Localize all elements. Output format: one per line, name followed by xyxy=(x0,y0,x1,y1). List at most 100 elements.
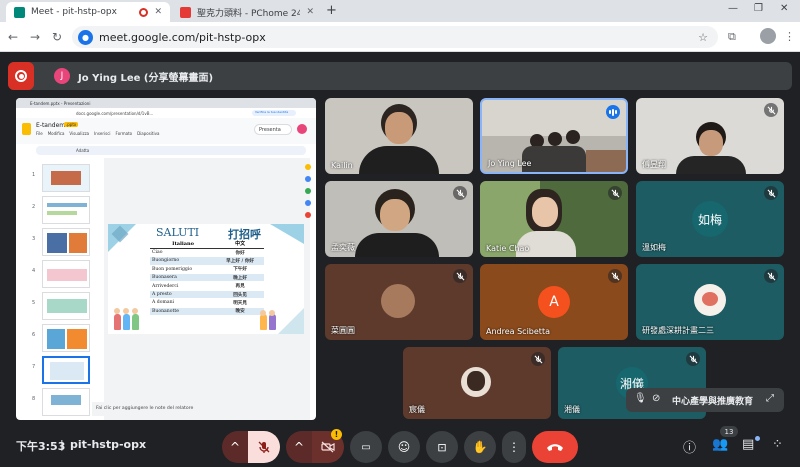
tab-title: Meet - pit-hstp-opx xyxy=(31,7,117,17)
participant-tile[interactable]: 傅昱翔 xyxy=(636,98,784,174)
emoji-icon: ☺ xyxy=(397,440,411,454)
audio-options-button[interactable]: ^ xyxy=(222,431,248,463)
tab-title: 聖克力頭料 - PChome 24h購物 xyxy=(197,8,301,19)
present-icon xyxy=(15,70,27,82)
close-tab-icon[interactable]: ✕ xyxy=(306,7,314,17)
participant-tile[interactable]: Katie Chao xyxy=(480,181,628,257)
expand-icon[interactable]: ⤢ xyxy=(766,393,774,404)
address-bar[interactable]: ● meet.google.com/pit-hstp-opx ☆ xyxy=(72,26,718,48)
muted-mic-icon xyxy=(764,269,778,283)
participant-tile[interactable]: 菜圓圓 xyxy=(325,264,473,340)
thumb-number: 5 xyxy=(32,300,36,306)
slides-logo-icon xyxy=(22,123,31,135)
tab-meet[interactable]: Meet - pit-hstp-opx ✕ xyxy=(6,2,170,22)
meeting-controls-bar: 下午3:53 | pit-hstp-opx ^ ^ ! ▭ ☺ ⊡ ✋ ⋮ ⓘ … xyxy=(0,426,800,467)
shared-tab-title: E-tandem.pptx - Presentazioni xyxy=(30,100,91,106)
greetings-table: Italiano 中文 Ciao 你好 Buongiorno 早上好 / 你好 Bu… xyxy=(150,240,264,317)
bookmark-star-icon[interactable]: ☆ xyxy=(698,31,708,44)
participant-tile[interactable]: 宸儀 xyxy=(403,347,551,419)
slide-decoration xyxy=(270,224,304,244)
leave-call-button[interactable] xyxy=(532,431,578,463)
reload-icon[interactable]: ↻ xyxy=(52,30,62,44)
muted-mic-icon xyxy=(686,352,700,366)
presenter-avatar: J xyxy=(54,68,70,84)
self-view-bar[interactable]: 🎙 ⊘ 中心產學與推廣教育 ⤢ xyxy=(626,388,784,412)
shared-address-bar: docs.google.com/presentation/d/1vB... Ve… xyxy=(16,108,316,118)
thumb-number: 3 xyxy=(32,236,36,242)
reactions-button[interactable]: ☺ xyxy=(388,431,420,463)
more-options-button[interactable]: ⋮ xyxy=(502,431,526,463)
participant-tile[interactable]: 研發處深耕計畫二三 xyxy=(636,264,784,340)
participant-avatar: A xyxy=(538,286,570,318)
classroom-wall xyxy=(482,100,626,136)
chat-unread-dot xyxy=(755,436,760,441)
thumb-number: 7 xyxy=(32,364,36,370)
participant-tile[interactable]: 如梅 溫如梅 xyxy=(636,181,784,257)
participant-name: Jo Ying Lee xyxy=(488,159,532,168)
menu-kebab-icon[interactable]: ⋮ xyxy=(784,30,795,43)
participant-name: Andrea Scibetta xyxy=(486,327,550,336)
table-row: Arrivederci 再見 xyxy=(150,281,264,291)
participant-tile[interactable]: A Andrea Scibetta xyxy=(480,264,628,340)
mic-site-icon: ● xyxy=(78,29,93,45)
activities-icon[interactable]: ⁘ xyxy=(772,437,783,452)
chat-icon[interactable]: ▤ xyxy=(742,437,754,452)
slide-decoration xyxy=(278,308,304,334)
raise-hand-button[interactable]: ✋ xyxy=(464,431,496,463)
thumb-number: 4 xyxy=(32,268,36,274)
participant-tile[interactable]: 孟奕薇 xyxy=(325,181,473,257)
hand-icon: ✋ xyxy=(472,440,488,454)
url-text: meet.google.com/pit-hstp-opx xyxy=(99,30,266,44)
person-body xyxy=(359,146,439,174)
shared-present-button: Presenta xyxy=(254,124,292,135)
slide-thumbnail xyxy=(42,164,90,192)
people-icon[interactable]: 👥 xyxy=(712,437,728,452)
close-window-icon[interactable]: ✕ xyxy=(780,3,788,14)
zoom-fit-label: Adatta xyxy=(76,148,90,153)
participant-name: Katie Chao xyxy=(486,244,530,253)
present-now-button[interactable]: ⊡ xyxy=(426,431,458,463)
desk xyxy=(586,150,626,172)
participant-tile-speaking[interactable]: Jo Ying Lee xyxy=(480,98,628,174)
tab-pchome[interactable]: 聖克力頭料 - PChome 24h購物 ✕ xyxy=(172,2,322,22)
slide-thumbnail xyxy=(42,196,90,224)
person-body xyxy=(676,156,746,174)
participant-tile[interactable]: Kailin xyxy=(325,98,473,174)
microphone-toggle-button[interactable] xyxy=(248,431,280,463)
muted-mic-icon xyxy=(764,186,778,200)
meeting-details-icon[interactable]: ⓘ xyxy=(683,437,696,456)
person-face xyxy=(385,112,413,144)
captions-button[interactable]: ▭ xyxy=(350,431,382,463)
new-tab-icon[interactable]: + xyxy=(326,3,337,18)
table-row: Buonasera 晚上好 xyxy=(150,273,264,283)
minimize-icon[interactable]: — xyxy=(728,3,738,14)
col-chinese: 中文 xyxy=(216,240,264,249)
warning-icon: ! xyxy=(331,429,342,440)
table-row: A presto 回头见 xyxy=(150,290,264,300)
extensions-icon[interactable]: ⧉ xyxy=(728,30,736,44)
browser-toolbar: ← → ↻ ● meet.google.com/pit-hstp-opx ☆ ⧉… xyxy=(0,22,800,52)
table-row: Ciao 你好 xyxy=(150,248,264,258)
slide-thumbnail xyxy=(42,260,90,288)
participant-name: Kailin xyxy=(331,161,353,170)
self-view-label: 中心產學與推廣教育 xyxy=(672,397,754,407)
col-italian: Italiano xyxy=(150,240,217,249)
present-screen-icon: ⊡ xyxy=(437,440,447,454)
muted-mic-icon: 🎙 xyxy=(634,393,647,404)
maximize-icon[interactable]: ❐ xyxy=(754,3,763,14)
close-tab-icon[interactable]: ✕ xyxy=(154,7,162,17)
table-row: Buongiorno 早上好 / 你好 xyxy=(150,256,264,266)
muted-mic-icon xyxy=(608,269,622,283)
recording-icon xyxy=(139,7,149,17)
muted-mic-icon xyxy=(453,186,467,200)
profile-avatar[interactable] xyxy=(760,28,776,44)
people-illustration xyxy=(258,310,278,330)
meet-favicon-icon xyxy=(14,6,25,18)
stop-presenting-button[interactable] xyxy=(8,62,34,90)
forward-icon[interactable]: → xyxy=(30,30,40,44)
current-slide: SALUTI 打招呼 Italiano 中文 Ciao 你好 Buongiorno… xyxy=(108,224,304,334)
video-options-button[interactable]: ^ xyxy=(286,431,312,463)
person-face xyxy=(699,130,723,156)
back-icon[interactable]: ← xyxy=(8,30,18,44)
doc-title: E-tandem xyxy=(36,122,66,129)
